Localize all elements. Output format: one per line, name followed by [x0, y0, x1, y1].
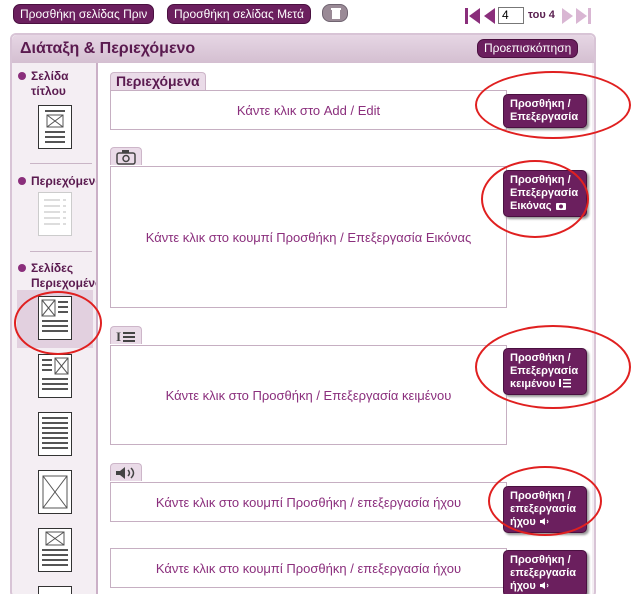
- camera-icon: [116, 150, 136, 165]
- contents-placeholder[interactable]: Κάντε κλικ στο Add / Edit: [110, 90, 507, 130]
- audio-section-tab: [110, 463, 142, 481]
- text-add-edit-button[interactable]: Προσθήκη / Επεξεργασία κειμένου: [503, 348, 587, 395]
- trash-icon: [331, 8, 341, 19]
- speaker-icon: [539, 518, 549, 525]
- bullet-icon: [18, 177, 26, 185]
- content-page-thumbnail[interactable]: [38, 528, 72, 572]
- title-layout-icon: [45, 110, 65, 143]
- content-page-thumbnail[interactable]: [38, 354, 72, 398]
- add-page-before-button[interactable]: Προσθήκη σελίδας Πριν: [13, 4, 155, 24]
- preview-button[interactable]: Προεπισκόπηση: [477, 39, 579, 58]
- contents-page-thumbnail[interactable]: [38, 192, 72, 236]
- panel-title: Διάταξη & Περιεχόμενο: [20, 40, 196, 57]
- bullet-icon: [18, 264, 26, 272]
- text-layout-icon: [42, 417, 68, 449]
- title-page-thumbnail[interactable]: [38, 105, 72, 149]
- page-total-label: του 4: [528, 9, 555, 21]
- sidebar-divider: [30, 163, 92, 164]
- image-add-edit-button[interactable]: Προσθήκη / Επεξεργασία Εικόνας: [503, 170, 587, 217]
- page-number-input[interactable]: 4: [498, 7, 524, 24]
- content-page-thumbnail-selected[interactable]: [38, 296, 72, 340]
- image-section-tab: [110, 147, 142, 165]
- contents-add-edit-button[interactable]: Προσθήκη / Επεξεργασία: [503, 94, 587, 128]
- sidebar-contents-label: Περιεχόμενα: [31, 174, 103, 188]
- audio-placeholder-2[interactable]: Κάντε κλικ στο κουμπί Προσθήκη / επεξεργ…: [110, 548, 507, 588]
- audio-placeholder[interactable]: Κάντε κλικ στο κουμπί Προσθήκη / επεξεργ…: [110, 482, 507, 522]
- image-add-edit-label: Προσθήκη / Επεξεργασία Εικόνας: [510, 174, 579, 212]
- image-right-layout-icon: [42, 357, 69, 390]
- image-full-layout-icon: [42, 475, 68, 509]
- last-page-icon[interactable]: [560, 7, 592, 25]
- sidebar-title-page-label: Σελίδα τίτλου: [31, 69, 69, 98]
- image-placeholder[interactable]: Κάντε κλικ στο κουμπί Προσθήκη / Επεξεργ…: [110, 166, 507, 308]
- audio-add-edit-button-2[interactable]: Προσθήκη / επεξεργασία ήχου: [503, 550, 587, 594]
- image-left-layout-icon: [41, 299, 68, 332]
- first-page-icon[interactable]: [465, 7, 497, 25]
- contents-layout-icon: [44, 199, 66, 225]
- camera-icon: [555, 203, 566, 210]
- text-placeholder[interactable]: Κάντε κλικ στο Προσθήκη / Επεξεργασία κε…: [110, 345, 507, 445]
- content-page-thumbnail[interactable]: [38, 586, 72, 594]
- content-page-thumbnail[interactable]: [38, 412, 72, 456]
- text-section-tab: I: [110, 326, 142, 344]
- speaker-icon: [539, 582, 549, 589]
- audio-add-edit-button[interactable]: Προσθήκη / επεξεργασία ήχου: [503, 486, 587, 533]
- image-top-layout-icon: [42, 531, 68, 566]
- text-format-icon: I: [116, 329, 135, 344]
- speaker-icon: [116, 467, 135, 479]
- content-page-thumbnail[interactable]: [38, 470, 72, 514]
- bullet-icon: [18, 72, 26, 80]
- svg-text:I: I: [116, 329, 121, 344]
- add-page-after-button[interactable]: Προσθήκη σελίδας Μετά: [167, 4, 311, 24]
- sidebar-divider: [30, 251, 92, 252]
- delete-page-button[interactable]: [322, 4, 348, 22]
- text-format-icon: [559, 379, 572, 388]
- contents-section-tab: Περιεχόμενα: [110, 72, 206, 90]
